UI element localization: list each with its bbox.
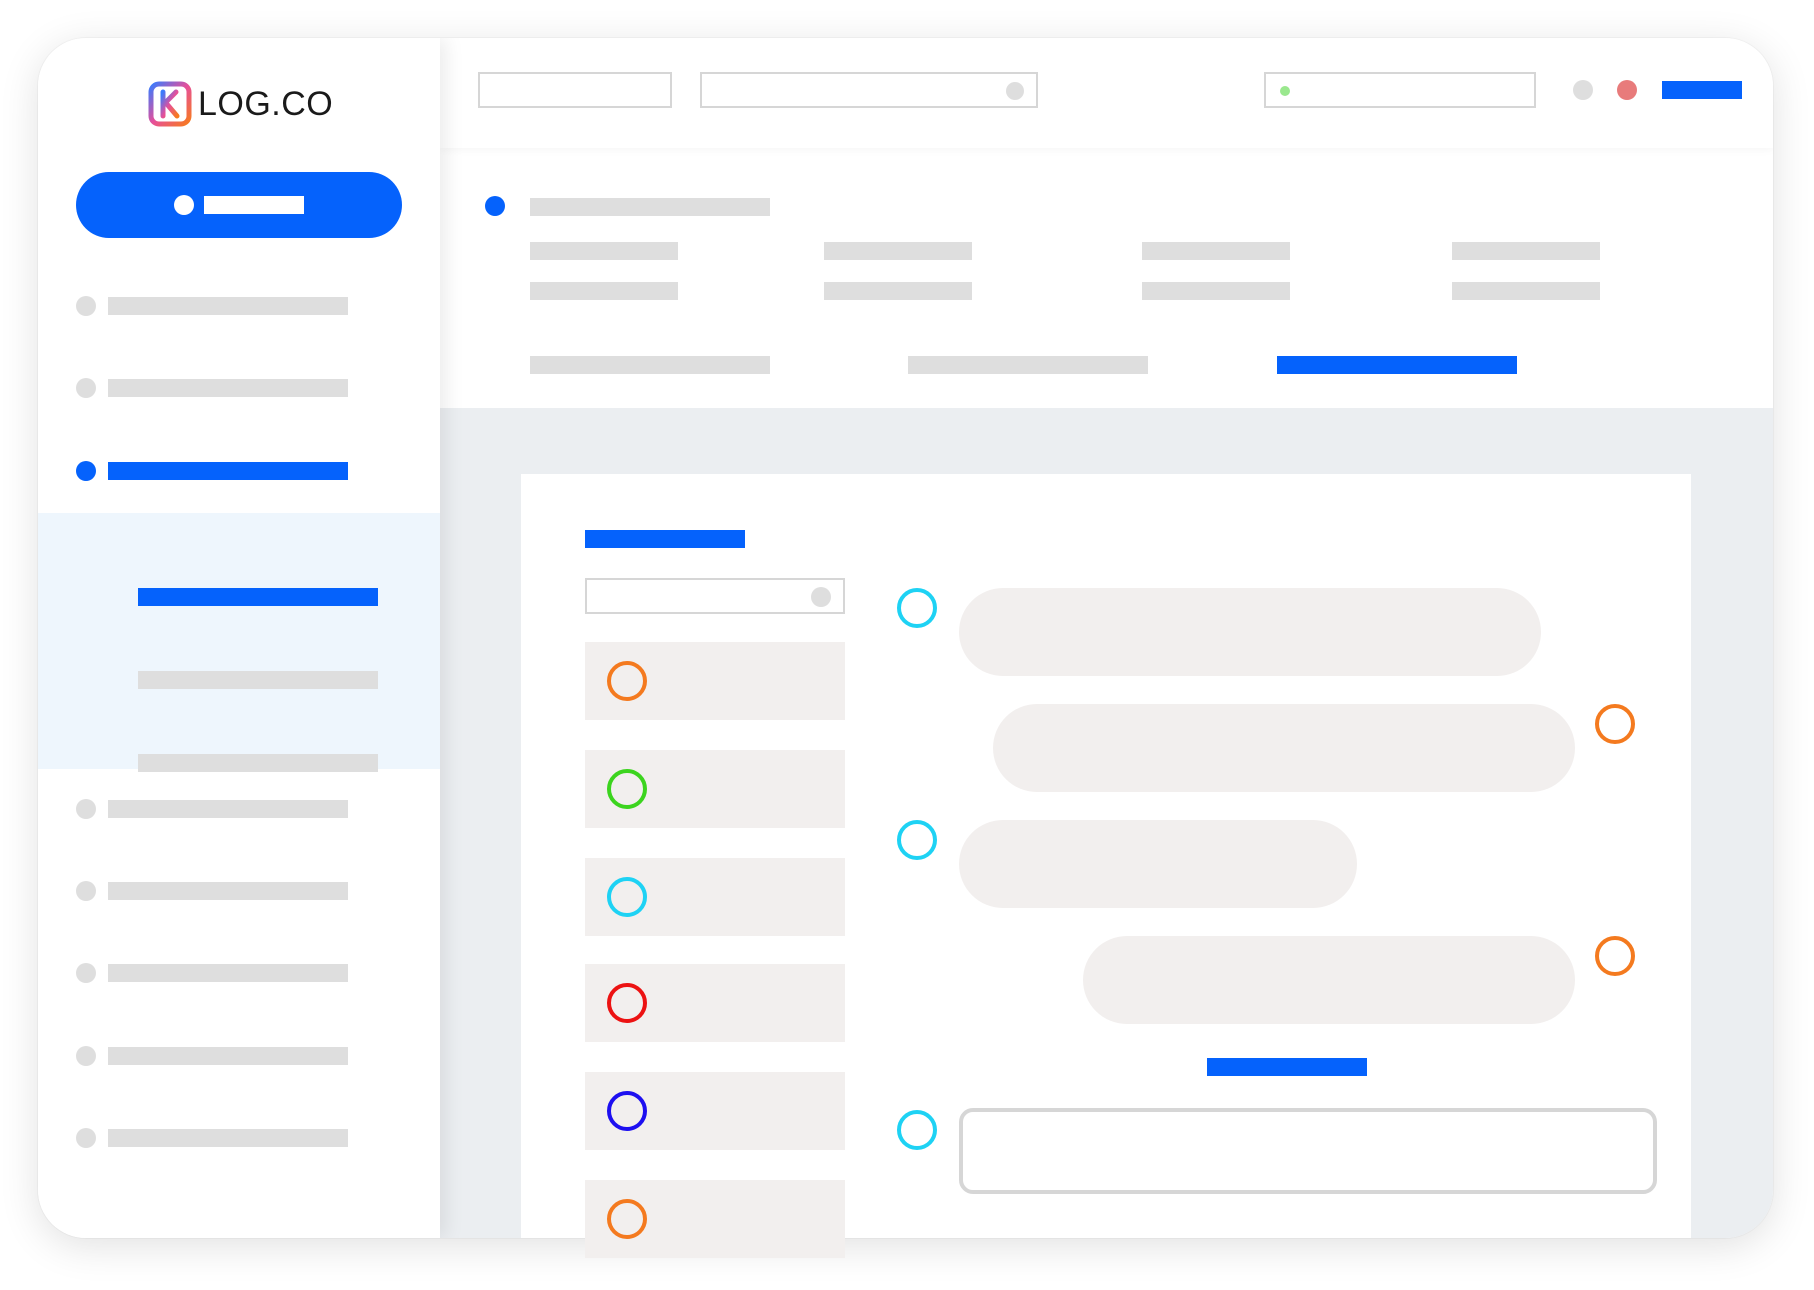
contact-item[interactable] <box>585 642 845 720</box>
detail-value-2 <box>824 282 972 300</box>
search-input[interactable] <box>700 72 1038 108</box>
nav-dot-icon <box>76 881 96 901</box>
header-panel <box>440 148 1773 408</box>
submenu-item-2[interactable] <box>138 671 378 689</box>
contact-item[interactable] <box>585 858 845 936</box>
sidebar-item-label <box>108 462 348 480</box>
detail-value-3 <box>1142 282 1290 300</box>
submenu-item-3[interactable] <box>138 754 378 772</box>
notification-icon[interactable] <box>1617 80 1637 100</box>
settings-icon[interactable] <box>1573 80 1593 100</box>
nav-dot-icon <box>76 1128 96 1148</box>
sidebar-item-6[interactable] <box>76 953 366 993</box>
message-bubble-outgoing <box>993 704 1575 792</box>
sidebar-item-label <box>108 882 348 900</box>
detail-value-1 <box>530 282 678 300</box>
tab-2[interactable] <box>908 356 1148 374</box>
nav-dot-icon <box>76 296 96 316</box>
logo-mark-icon <box>148 81 192 127</box>
detail-label-1 <box>530 242 678 260</box>
status-field[interactable] <box>1264 72 1536 108</box>
sidebar-item-label <box>108 1129 348 1147</box>
submenu-item-1-active[interactable] <box>138 588 378 606</box>
detail-value-4 <box>1452 282 1600 300</box>
nav-dot-icon <box>76 461 96 481</box>
sidebar-item-7[interactable] <box>76 1036 366 1076</box>
workspace-select[interactable] <box>478 72 672 108</box>
tab-3-active[interactable] <box>1277 356 1517 374</box>
topbar <box>440 38 1773 148</box>
contact-item[interactable] <box>585 1180 845 1258</box>
search-icon <box>811 587 831 607</box>
message-bubble-outgoing <box>1083 936 1575 1024</box>
detail-label-4 <box>1452 242 1600 260</box>
sidebar-item-label <box>108 379 348 397</box>
nav-dot-icon <box>76 963 96 983</box>
sidebar-item-1[interactable] <box>76 286 366 326</box>
avatar-ring-icon <box>607 769 647 809</box>
messages-card <box>521 474 1691 1258</box>
message-compose-input[interactable] <box>959 1108 1657 1194</box>
sidebar-item-label <box>108 297 348 315</box>
card-title <box>585 530 745 548</box>
avatar-ring-icon <box>607 661 647 701</box>
sidebar-item-2[interactable] <box>76 368 366 408</box>
nav-dot-icon <box>76 1046 96 1066</box>
sidebar-item-label <box>108 964 348 982</box>
sidebar-item-5[interactable] <box>76 871 366 911</box>
tab-1[interactable] <box>530 356 770 374</box>
sidebar: LOG.CO <box>38 38 440 1238</box>
sidebar-item-8[interactable] <box>76 1118 366 1158</box>
search-icon <box>1006 82 1024 100</box>
load-more-link[interactable] <box>1207 1058 1367 1076</box>
sidebar-submenu <box>38 513 440 772</box>
detail-label-2 <box>824 242 972 260</box>
nav-dot-icon <box>76 378 96 398</box>
logo: LOG.CO <box>148 80 333 128</box>
circle-icon <box>174 195 194 215</box>
message-avatar-icon <box>1595 936 1635 976</box>
nav-dot-icon <box>76 799 96 819</box>
detail-label-3 <box>1142 242 1290 260</box>
online-status-icon <box>1280 86 1290 96</box>
avatar-ring-icon <box>607 877 647 917</box>
logo-text: LOG.CO <box>198 84 334 123</box>
contact-item[interactable] <box>585 1072 845 1150</box>
sidebar-item-3-active[interactable] <box>76 451 366 491</box>
message-avatar-icon <box>897 588 937 628</box>
composer-avatar-icon <box>897 1110 937 1150</box>
primary-action-button[interactable] <box>76 172 402 238</box>
message-avatar-icon <box>897 820 937 860</box>
sidebar-item-label <box>108 800 348 818</box>
contact-search-input[interactable] <box>585 578 845 614</box>
message-avatar-icon <box>1595 704 1635 744</box>
contact-item[interactable] <box>585 750 845 828</box>
sidebar-item-4[interactable] <box>76 789 366 829</box>
avatar-ring-icon <box>607 1199 647 1239</box>
record-title <box>530 198 770 216</box>
avatar-ring-icon <box>607 983 647 1023</box>
message-bubble-incoming <box>959 820 1357 908</box>
avatar-ring-icon <box>607 1091 647 1131</box>
contact-item[interactable] <box>585 964 845 1042</box>
account-link[interactable] <box>1662 81 1742 99</box>
record-status-icon <box>485 196 505 216</box>
primary-action-label <box>204 196 304 214</box>
message-bubble-incoming <box>959 588 1541 676</box>
sidebar-item-label <box>108 1047 348 1065</box>
